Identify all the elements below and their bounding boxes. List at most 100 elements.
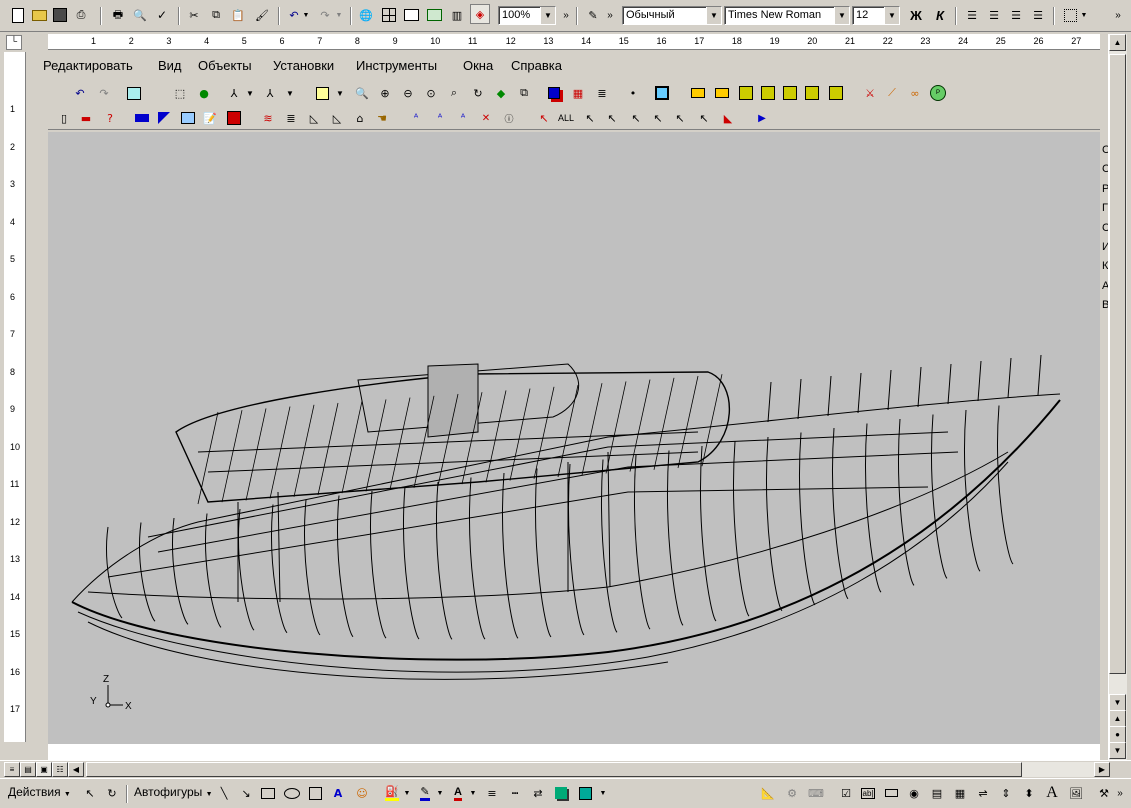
- hand-button[interactable]: ☚: [372, 108, 392, 128]
- style-pen-button[interactable]: ✎: [583, 5, 603, 25]
- wordart-button[interactable]: A: [328, 783, 348, 803]
- drawing-more-button[interactable]: ▼: [598, 783, 608, 803]
- paste-button[interactable]: 📋: [228, 5, 248, 25]
- cad-axis-dropdown[interactable]: ▼: [244, 83, 256, 103]
- select-pointer-button[interactable]: ↖: [534, 108, 554, 128]
- h-scroll-track[interactable]: [1022, 762, 1094, 777]
- select-red-button[interactable]: ◣: [718, 108, 738, 128]
- cad-3d-viewport[interactable]: Z Y X: [48, 132, 1100, 744]
- print-layout-view-button[interactable]: ▣: [36, 762, 52, 777]
- tables-borders-button[interactable]: [379, 5, 399, 25]
- menu-windows[interactable]: Окна: [463, 58, 493, 73]
- permission-button[interactable]: ⎙: [71, 5, 91, 25]
- cad-axis-button[interactable]: ⅄: [224, 83, 244, 103]
- hull-tool-7-button[interactable]: [826, 83, 846, 103]
- cad-redo-button[interactable]: ↷: [94, 83, 114, 103]
- cad-box-button[interactable]: [312, 83, 332, 103]
- oval-button[interactable]: [282, 783, 302, 803]
- zoom-extents-button[interactable]: ⊙: [421, 83, 441, 103]
- prev-page-button[interactable]: ▲: [1109, 710, 1126, 727]
- vertical-ruler[interactable]: 123456789101112131415161718: [4, 52, 26, 742]
- cad-document-button[interactable]: [124, 83, 144, 103]
- menu-edit[interactable]: Редактировать: [43, 58, 133, 73]
- triangle-button[interactable]: ◺: [304, 108, 324, 128]
- measure-button[interactable]: ⟋: [882, 83, 902, 103]
- print-preview-button[interactable]: 🔍: [130, 5, 150, 25]
- actions-menu[interactable]: Действия ▼: [8, 785, 71, 799]
- view-code-button[interactable]: ⌨: [806, 783, 826, 803]
- text-fill-button[interactable]: ᴬ: [453, 108, 473, 128]
- bracket-button[interactable]: [154, 108, 174, 128]
- spin-control-button[interactable]: ⇕: [996, 783, 1016, 803]
- fill-color-dropdown[interactable]: ▼: [402, 783, 412, 803]
- font-color-dropdown[interactable]: ▼: [468, 783, 478, 803]
- stack-button[interactable]: ≣: [281, 108, 301, 128]
- textbox-button[interactable]: [305, 783, 325, 803]
- question-tool-button[interactable]: ?: [100, 108, 120, 128]
- drawing-button[interactable]: ◈: [470, 4, 490, 24]
- line-style-button[interactable]: ≡: [482, 783, 502, 803]
- notes-button[interactable]: 📝: [200, 108, 220, 128]
- dash-style-button[interactable]: ┅: [505, 783, 525, 803]
- text-a-button[interactable]: ᴬ: [406, 108, 426, 128]
- hull-tool-5-button[interactable]: [780, 83, 800, 103]
- toolbar-more-button-3[interactable]: »: [1112, 5, 1124, 25]
- font-color-button[interactable]: A: [448, 783, 468, 803]
- select-multi-button[interactable]: ↖: [626, 108, 646, 128]
- undo-dropdown[interactable]: ▼: [300, 5, 312, 25]
- option-button-control[interactable]: ◉: [904, 783, 924, 803]
- insert-table-button[interactable]: [401, 5, 421, 25]
- next-page-button[interactable]: ▼: [1109, 742, 1126, 759]
- scroll-right-button[interactable]: ▶: [1094, 762, 1110, 777]
- label-control-button[interactable]: A: [1042, 783, 1062, 803]
- outline-view-button[interactable]: ☷: [52, 762, 68, 777]
- style-select[interactable]: Обычный ▼: [622, 6, 722, 25]
- properties-button[interactable]: ⚙: [782, 783, 802, 803]
- zoom-realtime-button[interactable]: ⌕: [444, 83, 464, 103]
- horizontal-ruler[interactable]: 1 2 3 4 5 6 7 8 9 10 11 12 13 14 15 16 17 18 19 20 21 22 23 24 2…: [48, 34, 1100, 50]
- link-button[interactable]: ∞: [905, 83, 925, 103]
- menu-view[interactable]: Вид: [158, 58, 182, 73]
- select-layers-button[interactable]: ↖: [694, 108, 714, 128]
- font-size-select[interactable]: 12 ▼: [852, 6, 900, 25]
- plate-button[interactable]: [132, 108, 152, 128]
- text-info-button[interactable]: ⓘ: [499, 108, 519, 128]
- hull-tool-6-button[interactable]: [802, 83, 822, 103]
- open-button[interactable]: [29, 5, 49, 25]
- bold-button[interactable]: Ж: [906, 5, 926, 25]
- free-rotate-button[interactable]: ↻: [102, 783, 122, 803]
- h-scroll-thumb[interactable]: [86, 762, 1022, 777]
- triangle2-button[interactable]: ◺: [327, 108, 347, 128]
- combobox-control-button[interactable]: ▦: [950, 783, 970, 803]
- toolbar-more-button-2[interactable]: »: [604, 5, 616, 25]
- zoom-in-button[interactable]: ⊕: [375, 83, 395, 103]
- grid-button[interactable]: ▦: [568, 83, 588, 103]
- list-button[interactable]: ≣: [592, 83, 612, 103]
- cad-box-dropdown[interactable]: ▼: [334, 83, 346, 103]
- hyperlink-button[interactable]: 🌐: [356, 5, 376, 25]
- spelling-button[interactable]: ✓: [152, 5, 172, 25]
- select-text-button[interactable]: ↖: [648, 108, 668, 128]
- scroll-down-button[interactable]: ▼: [1109, 694, 1126, 711]
- toggle-control-button[interactable]: ⇌: [973, 783, 993, 803]
- cad-cube-button[interactable]: ⬚: [170, 83, 190, 103]
- layers-button[interactable]: [544, 83, 564, 103]
- textbox-control-button[interactable]: ab|: [858, 783, 878, 803]
- text-ca-button[interactable]: ᴬ: [430, 108, 450, 128]
- autoshapes-menu[interactable]: Автофигуры ▼: [134, 785, 213, 799]
- format-painter-button[interactable]: 🖌: [252, 5, 272, 25]
- borders-dropdown[interactable]: ▼: [1078, 5, 1090, 25]
- line-color-dropdown[interactable]: ▼: [435, 783, 445, 803]
- font-select[interactable]: Times New Roman ▼: [724, 6, 850, 25]
- rotate-view-button[interactable]: ↻: [468, 83, 488, 103]
- listbox-control-button[interactable]: ▤: [927, 783, 947, 803]
- print-button[interactable]: 🖶: [108, 5, 128, 25]
- hull-tool-1-button[interactable]: [688, 83, 708, 103]
- pos-button[interactable]: P: [928, 83, 948, 103]
- hull-tool-2-button[interactable]: [712, 83, 732, 103]
- design-mode-button[interactable]: 📐: [758, 783, 778, 803]
- scroll-left-button[interactable]: ◀: [68, 762, 84, 777]
- hull-tool-4-button[interactable]: [758, 83, 778, 103]
- redo-button[interactable]: ↷: [315, 5, 335, 25]
- lamp-button[interactable]: ⌂: [350, 108, 370, 128]
